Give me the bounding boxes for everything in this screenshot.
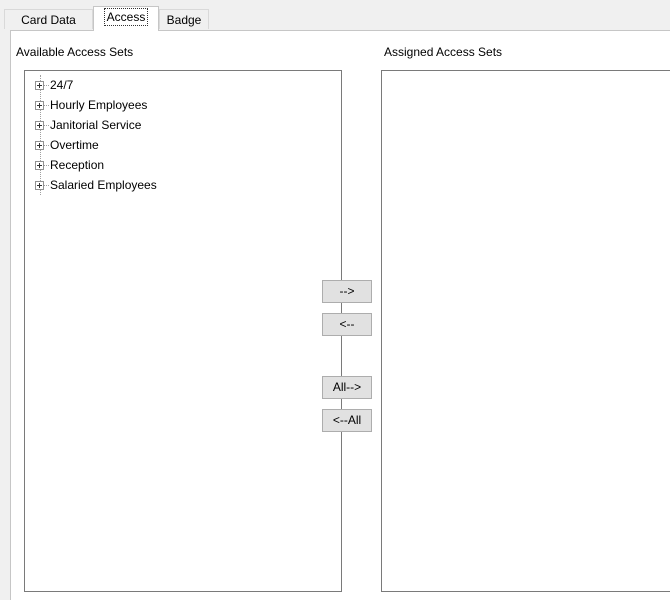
add-all-button[interactable]: All-->: [322, 376, 372, 399]
tree-connector: [44, 125, 49, 126]
assigned-access-sets-label: Assigned Access Sets: [384, 45, 503, 59]
expand-icon[interactable]: [35, 81, 44, 90]
expand-icon[interactable]: [35, 161, 44, 170]
tree-node-label: Hourly Employees: [50, 98, 148, 112]
available-access-sets-tree[interactable]: 24/7 Hourly Employees Janitorial Service…: [24, 70, 342, 592]
tree-connector: [44, 165, 49, 166]
tab-card-data[interactable]: Card Data: [4, 9, 93, 29]
tree-connector: [44, 105, 49, 106]
remove-all-button[interactable]: <--All: [322, 409, 372, 432]
tree-connector: [44, 145, 49, 146]
add-selected-button[interactable]: -->: [322, 280, 372, 303]
tree-connector: [44, 85, 49, 86]
expand-icon[interactable]: [35, 101, 44, 110]
tab-badge[interactable]: Badge: [159, 9, 209, 29]
tab-card-data-label: Card Data: [21, 13, 76, 27]
available-access-sets-label: Available Access Sets: [16, 45, 134, 59]
tree-node-label: Salaried Employees: [50, 178, 157, 192]
assigned-access-sets-list[interactable]: [381, 70, 670, 592]
tree-node-label: Overtime: [50, 138, 99, 152]
expand-icon[interactable]: [35, 121, 44, 130]
expand-icon[interactable]: [35, 141, 44, 150]
remove-selected-button[interactable]: <--: [322, 313, 372, 336]
tree-root-line: [40, 75, 41, 195]
tab-strip: Card Data Badge Access: [0, 0, 670, 31]
tree-connector: [44, 185, 49, 186]
expand-icon[interactable]: [35, 181, 44, 190]
tab-access[interactable]: Access: [93, 6, 159, 31]
tab-access-label: Access: [103, 8, 149, 26]
tree-node-label: 24/7: [50, 78, 74, 92]
tab-badge-label: Badge: [166, 13, 202, 27]
tree-node-label: Janitorial Service: [50, 118, 142, 132]
tree-node-label: Reception: [50, 158, 105, 172]
